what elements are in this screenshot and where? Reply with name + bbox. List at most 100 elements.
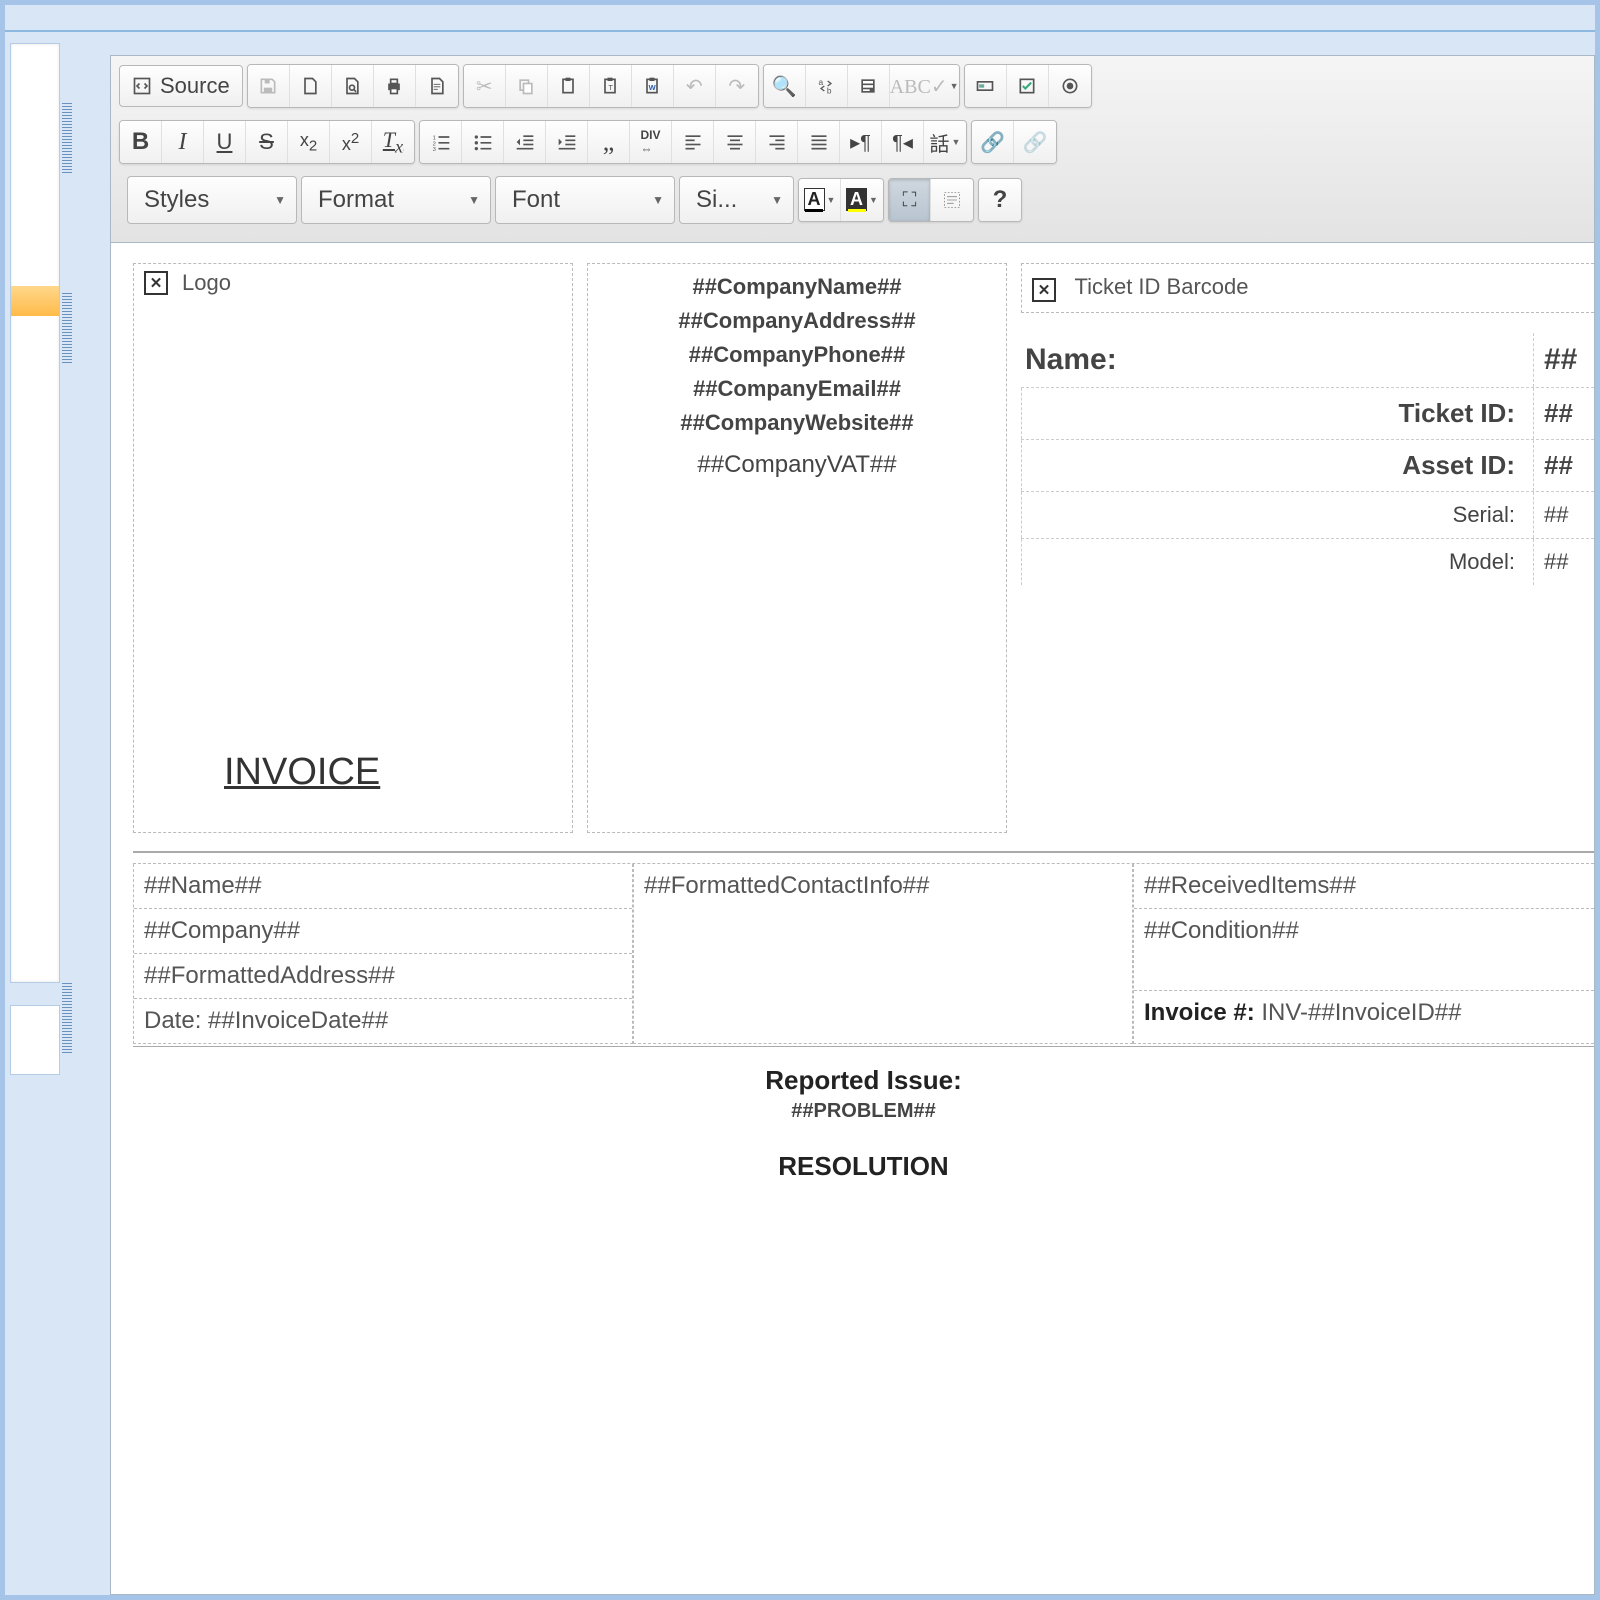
form-button[interactable] <box>965 65 1007 107</box>
outdent-button[interactable] <box>504 121 546 163</box>
radio-button[interactable] <box>1049 65 1091 107</box>
undo-button[interactable]: ↶ <box>674 65 716 107</box>
splitter-collapse-bottom[interactable] <box>62 983 72 1053</box>
model-label: Model: <box>1021 539 1534 585</box>
bidi-ltr-button[interactable]: ▸¶ <box>840 121 882 163</box>
company-email: ##CompanyEmail## <box>598 372 996 406</box>
company-cell[interactable]: ##CompanyName## ##CompanyAddress## ##Com… <box>587 263 1007 833</box>
spellcheck-icon: ABC✓ <box>890 74 948 99</box>
company-name: ##CompanyName## <box>598 270 996 304</box>
logo-cell[interactable]: Logo INVOICE <box>133 263 573 833</box>
name-label: Name: <box>1021 333 1534 387</box>
unlink-button[interactable]: 🔗 <box>1014 121 1056 163</box>
paste-icon <box>558 76 578 96</box>
templates-button[interactable] <box>416 65 458 107</box>
numbered-list-button[interactable]: 123 <box>420 121 462 163</box>
align-left-button[interactable] <box>672 121 714 163</box>
size-combo[interactable]: Si... ▼ <box>679 176 794 224</box>
strike-icon: S <box>259 129 274 155</box>
styles-label: Styles <box>144 186 209 214</box>
paste-text-icon: T <box>600 76 620 96</box>
undo-icon: ↶ <box>686 74 703 99</box>
svg-text:a: a <box>819 77 824 87</box>
file-group <box>247 64 459 108</box>
source-button[interactable]: Source <box>119 65 243 107</box>
bold-button[interactable]: B <box>120 121 162 163</box>
resolution-title: RESOLUTION <box>133 1151 1594 1182</box>
remove-format-button[interactable]: Tx <box>372 121 414 163</box>
paste-word-button[interactable]: W <box>632 65 674 107</box>
spellcheck-button[interactable]: ABC✓▼ <box>890 65 959 107</box>
link-icon: 🔗 <box>980 130 1005 155</box>
styles-combo[interactable]: Styles ▼ <box>127 176 297 224</box>
chevron-down-icon: ▼ <box>952 137 961 147</box>
format-combo[interactable]: Format ▼ <box>301 176 491 224</box>
div-button[interactable]: DIV⇔ <box>630 121 672 163</box>
asset-id-value: ## <box>1534 440 1594 491</box>
info-col-3: ##ReceivedItems## ##Condition## Invoice … <box>1133 864 1594 1044</box>
select-all-button[interactable] <box>848 65 890 107</box>
font-label: Font <box>512 186 560 214</box>
strike-button[interactable]: S <box>246 121 288 163</box>
text-color-icon: A <box>804 188 825 211</box>
align-center-button[interactable] <box>714 121 756 163</box>
checkbox-button[interactable] <box>1007 65 1049 107</box>
splitter-grip[interactable] <box>62 293 72 363</box>
font-combo[interactable]: Font ▼ <box>495 176 675 224</box>
new-page-button[interactable] <box>290 65 332 107</box>
contact-info: ##FormattedContactInfo## <box>634 864 1132 1043</box>
panel-splitter[interactable] <box>60 43 75 983</box>
preview-button[interactable] <box>332 65 374 107</box>
indent-button[interactable] <box>546 121 588 163</box>
save-button[interactable] <box>248 65 290 107</box>
outdent-icon <box>515 132 535 152</box>
save-icon <box>258 76 278 96</box>
reported-issue-value: ##PROBLEM## <box>133 1100 1594 1123</box>
align-left-icon <box>683 132 703 152</box>
bidi-rtl-icon: ¶◂ <box>892 130 913 155</box>
help-button[interactable]: ? <box>979 179 1021 221</box>
paste-button[interactable] <box>548 65 590 107</box>
redo-icon: ↷ <box>728 74 745 99</box>
subscript-button[interactable]: x2 <box>288 121 330 163</box>
left-panel-selection[interactable] <box>11 286 59 316</box>
invoice-number-cell: Invoice #: INV-##InvoiceID## <box>1134 991 1594 1035</box>
show-blocks-button[interactable] <box>931 179 973 221</box>
link-button[interactable]: 🔗 <box>972 121 1014 163</box>
customer-company: ##Company## <box>134 909 632 954</box>
model call: ## <box>1534 539 1594 585</box>
redo-button[interactable]: ↷ <box>716 65 758 107</box>
underline-button[interactable]: U <box>204 121 246 163</box>
chevron-down-icon: ▼ <box>652 193 664 207</box>
page-icon <box>300 76 320 96</box>
paste-text-button[interactable]: T <box>590 65 632 107</box>
replace-button[interactable]: ab <box>806 65 848 107</box>
align-right-button[interactable] <box>756 121 798 163</box>
align-justify-button[interactable] <box>798 121 840 163</box>
link-group: 🔗 🔗 <box>971 120 1057 164</box>
splitter-collapse-top[interactable] <box>62 103 72 173</box>
name-value: ## <box>1534 333 1594 387</box>
toolbar-row-3: Styles ▼ Format ▼ Font ▼ Si... ▼ A <box>119 172 1586 234</box>
cut-button[interactable]: ✂ <box>464 65 506 107</box>
chevron-down-icon: ▼ <box>771 193 783 207</box>
bg-color-button[interactable]: A ▼ <box>841 179 883 221</box>
find-button[interactable]: 🔍 <box>764 65 806 107</box>
reported-issue-title: Reported Issue: <box>133 1065 1594 1096</box>
bullet-list-button[interactable] <box>462 121 504 163</box>
blockquote-button[interactable]: „ <box>588 121 630 163</box>
bidi-rtl-button[interactable]: ¶◂ <box>882 121 924 163</box>
ticket-cell[interactable]: Ticket ID Barcode Name: ## Ticket ID: ##… <box>1021 263 1594 833</box>
copy-button[interactable] <box>506 65 548 107</box>
print-button[interactable] <box>374 65 416 107</box>
chevron-down-icon: ▼ <box>468 193 480 207</box>
asset-id-label: Asset ID: <box>1021 440 1534 491</box>
maximize-button[interactable]: ⛶ <box>889 179 931 221</box>
invoice-title: INVOICE <box>224 751 562 794</box>
divider <box>133 851 1594 853</box>
text-color-button[interactable]: A ▼ <box>799 179 841 221</box>
language-button[interactable]: 話▼ <box>924 121 966 163</box>
superscript-button[interactable]: x2 <box>330 121 372 163</box>
editor-content[interactable]: Logo INVOICE ##CompanyName## ##CompanyAd… <box>111 243 1594 1182</box>
italic-button[interactable]: I <box>162 121 204 163</box>
